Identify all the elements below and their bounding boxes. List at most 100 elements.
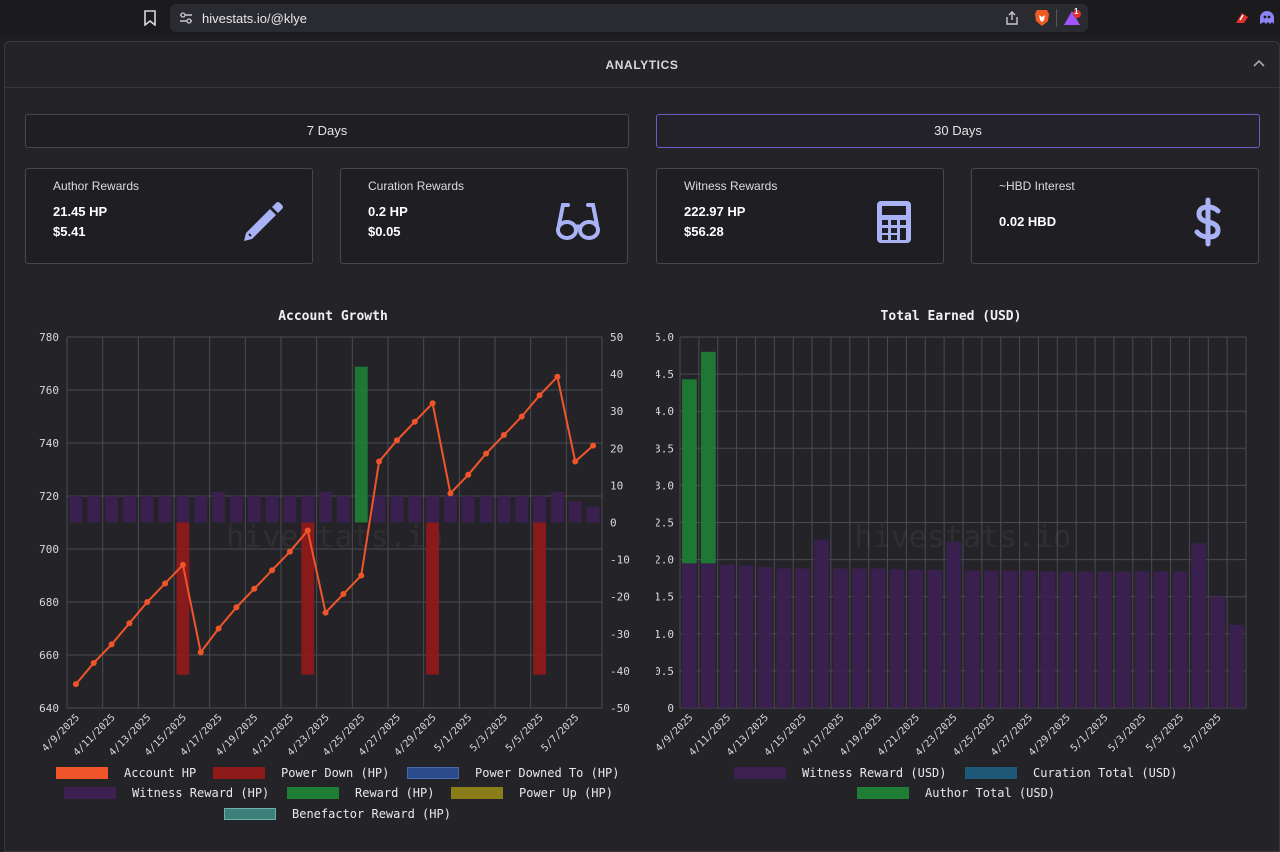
data-point [518,413,525,420]
data-point [215,625,222,632]
bar [1097,571,1112,708]
card-value-usd: $56.28 [684,224,724,239]
data-point [72,681,79,688]
bar [1059,571,1075,708]
x-tick-label: 5/1/2025 [433,712,475,754]
bar [889,569,905,708]
bar [461,495,475,523]
bar [265,495,279,523]
card-title: Witness Rewards [684,179,778,193]
browser-toolbar: hivestats.io/@klye 1 [0,0,1280,36]
bar [1002,570,1018,708]
bar [776,568,792,708]
panel-title: ANALYTICS [605,58,679,72]
bar [301,495,315,523]
data-point [411,418,418,425]
legend-swatch [857,787,909,799]
brave-rewards-icon[interactable] [1064,10,1082,26]
data-point [108,641,115,648]
legend-swatch [64,787,116,799]
data-point [447,490,454,497]
data-point [162,580,169,587]
range-7-days-button[interactable]: 7 Days [25,114,629,148]
card-title: ~HBD Interest [999,179,1075,193]
data-point [554,373,561,380]
bar [1040,571,1056,708]
bar [176,495,190,523]
y-tick-label: 3.5 [656,442,674,455]
bar [700,351,716,564]
bar [479,495,493,523]
address-bar[interactable]: hivestats.io/@klye 1 [170,4,1088,32]
data-point [340,591,347,598]
y-tick-label: 1.5 [656,591,674,604]
bar [700,563,716,708]
bar [568,501,582,523]
site-settings-icon[interactable] [179,12,193,24]
extension-icon[interactable] [1234,11,1250,25]
y-tick-label: 1.0 [656,628,674,641]
y-left-tick-label: 640 [39,702,59,715]
card-value-hp: 21.45 HP [53,204,108,219]
bar [1210,596,1226,708]
bar [176,522,190,675]
bar [336,495,350,523]
bar [533,495,547,523]
bar [247,495,261,523]
x-tick-label: 5/5/2025 [504,712,546,754]
card-title: Curation Rewards [368,179,465,193]
chevron-up-icon[interactable] [1252,58,1266,68]
bar [1229,624,1244,708]
bookmark-icon[interactable] [143,10,157,26]
bar [682,379,697,564]
bar [354,366,368,523]
bar [105,495,119,523]
panel-header[interactable]: ANALYTICS [5,42,1279,88]
y-tick-label: 0.5 [656,665,674,678]
y-right-tick-label: 50 [610,331,623,344]
bar [1078,571,1093,708]
x-tick-label: 5/5/2025 [1144,712,1186,754]
y-left-tick-label: 680 [39,596,59,609]
y-tick-label: 3.0 [656,479,674,492]
bar [738,565,754,708]
account-growth-title: Account Growth [278,309,388,324]
legend-swatch [965,767,1017,779]
y-tick-label: 5.0 [656,331,674,344]
data-point [465,471,472,478]
share-icon[interactable] [1004,10,1020,26]
y-right-tick-label: -30 [610,628,630,641]
data-point [251,585,258,592]
data-point [90,659,97,666]
bar [946,541,961,708]
bar [927,569,943,708]
author-rewards-card: Author Rewards 21.45 HP $5.41 [25,168,313,264]
url-text: hivestats.io/@klye [202,11,307,26]
witness-rewards-card: Witness Rewards 222.97 HP $56.28 [656,168,944,264]
bar [1021,570,1037,708]
bar [122,495,136,523]
brave-shield-icon[interactable] [1034,9,1050,27]
range-30-days-button[interactable]: 30 Days [656,114,1260,148]
y-right-tick-label: 0 [610,517,617,530]
total-earned-chart: 0 0.5 1.0 1.5 2.0 2.5 3.0 3.5 4.0 4.5 5.0 hivestats… [656,331,1247,758]
x-tick-label: 5/1/2025 [1069,712,1111,754]
bar [319,492,333,523]
bar [194,495,208,523]
bar [390,495,404,523]
data-point [269,567,276,574]
card-value-hp: 222.97 HP [684,204,746,219]
bar [229,495,243,523]
glasses-icon [556,203,600,240]
ghost-extension-icon[interactable] [1258,10,1276,26]
data-point [322,609,329,616]
data-point [197,649,204,656]
bar [372,495,386,523]
bar [69,495,83,523]
bar [158,495,172,523]
data-point [393,437,400,444]
y-tick-label: 2.5 [656,517,674,530]
y-right-tick-label: 10 [610,479,623,492]
y-tick-label: 4.5 [656,368,674,381]
y-right-tick-label: 20 [610,442,623,455]
